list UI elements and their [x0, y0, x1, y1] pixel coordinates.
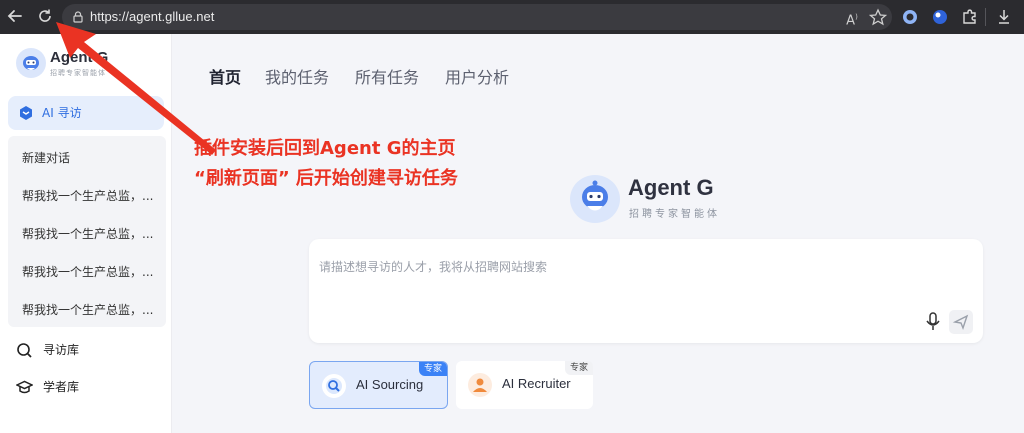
chat-list: 新建对话 帮我找一个生产总监，... 帮我找一个生产总监，... 帮我找一个生产… [8, 136, 166, 327]
toolbar-divider [985, 8, 986, 26]
search-icon [17, 343, 32, 358]
chat-list-item[interactable]: 帮我找一个生产总监，... [22, 301, 153, 318]
new-chat-button[interactable]: 新建对话 [22, 149, 70, 166]
send-icon [952, 314, 969, 331]
browser-toolbar: https://agent.gllue.net A) [0, 0, 1024, 34]
nav-scholar-library[interactable]: 学者库 [16, 377, 136, 397]
chat-list-item[interactable]: 帮我找一个生产总监，... [22, 187, 153, 204]
sidebar: Agent G 招聘专家智能体 AI 寻访 新建对话 帮我找一个生产总监，...… [0, 34, 172, 433]
sourcing-icon [322, 374, 346, 398]
extension-blue-icon[interactable] [930, 7, 950, 27]
back-arrow-icon[interactable] [4, 5, 26, 27]
star-icon[interactable] [868, 8, 888, 26]
tab-home[interactable]: 首页 [209, 64, 241, 88]
recruiter-icon [468, 373, 492, 397]
microphone-icon[interactable] [923, 311, 943, 333]
hero-title: Agent G [628, 175, 714, 200]
expert-badge: 专家 [418, 362, 447, 376]
hero-logo [570, 175, 620, 223]
nav-ai-sourcing-label: AI 寻访 [42, 106, 82, 120]
tab-user-analytics[interactable]: 用户分析 [445, 64, 509, 88]
address-bar[interactable]: https://agent.gllue.net A) [62, 4, 892, 30]
annotation-line-1: 插件安装后回到Agent G的主页 [194, 138, 456, 159]
graduation-cap-icon [16, 380, 33, 394]
send-button[interactable] [949, 310, 973, 334]
nav-scholar-library-label: 学者库 [43, 380, 80, 394]
tab-all-tasks[interactable]: 所有任务 [355, 64, 419, 88]
read-aloud-icon[interactable]: A) [842, 8, 862, 28]
annotation-line-2: “刷新页面” 后开始创建寻访任务 [194, 168, 458, 189]
hero-subtitle: 招聘专家智能体 [629, 209, 720, 220]
mode-card-label: AI Recruiter [502, 376, 571, 391]
mode-card-ai-recruiter[interactable]: AI Recruiter 专家 [456, 361, 593, 409]
chat-list-item[interactable]: 帮我找一个生产总监，... [22, 263, 153, 280]
chat-list-item[interactable]: 帮我找一个生产总监，... [22, 225, 153, 242]
brand-logo [16, 48, 46, 78]
reload-icon[interactable] [34, 5, 56, 27]
mode-card-ai-sourcing[interactable]: AI Sourcing 专家 [309, 361, 448, 409]
url-text: https://agent.gllue.net [90, 9, 215, 24]
expert-badge: 专家 [564, 361, 593, 375]
brand-subtitle: 招聘专家智能体 [50, 69, 106, 77]
puzzle-icon[interactable] [960, 7, 980, 27]
cube-icon [20, 106, 32, 120]
prompt-box [309, 239, 983, 343]
nav-talent-library[interactable]: 寻访库 [16, 340, 136, 360]
prompt-input[interactable] [319, 247, 919, 287]
download-icon[interactable] [994, 7, 1014, 27]
mode-card-label: AI Sourcing [356, 377, 424, 392]
tab-my-tasks[interactable]: 我的任务 [265, 64, 329, 88]
nav-talent-library-label: 寻访库 [43, 343, 80, 357]
lock-icon [73, 11, 83, 23]
brand-title: Agent G [50, 49, 109, 66]
extension-circle-icon[interactable] [900, 7, 920, 27]
nav-ai-sourcing[interactable]: AI 寻访 [8, 96, 164, 130]
